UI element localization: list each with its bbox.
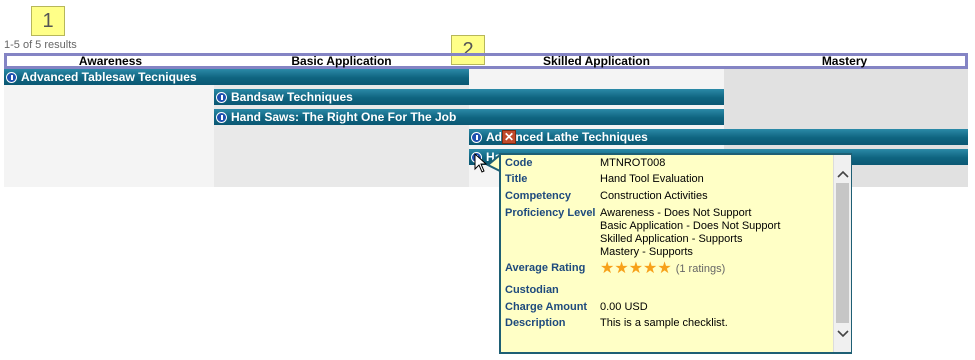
popup-scrollbar[interactable] [833,155,851,352]
title-label: Title [505,173,528,185]
competency-label: Competency [505,190,572,202]
star-icon: ★ [614,260,629,277]
band-basic-application [214,69,469,187]
info-icon[interactable] [216,111,227,123]
star-icon: ★ [628,260,644,277]
description-value: This is a sample checklist. [600,317,728,329]
rating-label: Average Rating [505,262,586,274]
proficiency-header: Awareness Basic Application Skilled Appl… [4,53,968,69]
course-bar-advanced-tablesaw[interactable]: Advanced Tablesaw Tecniques [4,69,469,85]
scroll-thumb[interactable] [836,183,849,323]
course-details-popup: Code MTNROT008 Title Hand Tool Evaluatio… [499,153,852,354]
info-icon[interactable] [471,131,482,143]
proficiency-list: Awareness - Does Not Support Basic Appli… [600,207,780,259]
proficiency-item: Mastery - Supports [600,246,693,258]
rating-stars: ★ ★ ★ ★ ★ (1 ratings) [600,260,726,277]
rating-count: (1 ratings) [675,262,726,275]
proficiency-item: Basic Application - Does Not Support [600,220,781,232]
competency-value: Construction Activities [600,190,708,202]
info-icon[interactable] [6,71,17,83]
cursor-icon [474,153,488,173]
course-bar-bandsaw[interactable]: Bandsaw Techniques [214,89,724,105]
course-bar-hand-saws[interactable]: Hand Saws: The Right One For The Job [214,109,724,125]
column-awareness: Awareness [78,54,143,68]
info-icon[interactable] [216,91,227,103]
star-icon: ★ [657,260,672,277]
charge-label: Charge Amount [505,301,588,313]
scroll-down-icon[interactable] [834,325,851,342]
column-basic-application: Basic Application [291,54,392,68]
scroll-up-icon[interactable] [834,165,851,182]
custodian-label: Custodian [505,284,559,296]
callout-1: 1 [31,6,65,36]
results-count: 1-5 of 5 results [4,39,77,51]
remove-icon[interactable]: ✕ [502,130,516,144]
title-value: Hand Tool Evaluation [600,173,704,185]
code-label: Code [505,157,533,169]
star-icon: ★ [600,260,615,277]
course-title: Bandsaw Techniques [231,90,353,104]
proficiency-item: Skilled Application - Supports [600,233,743,245]
star-icon: ★ [643,260,658,277]
course-bar-advanced-lathe[interactable]: Advanced Lathe Techniques [469,129,968,145]
description-label: Description [505,317,566,329]
proficiency-item: Awareness - Does Not Support [600,207,752,219]
course-title: Advanced Tablesaw Tecniques [21,70,197,84]
charge-value: 0.00 USD [600,301,648,313]
column-mastery: Mastery [821,54,868,68]
proficiency-label: Proficiency Level [505,207,596,219]
course-title: Hand Saws: The Right One For The Job [231,110,457,124]
column-skilled-application: Skilled Application [543,54,650,68]
code-value: MTNROT008 [600,157,666,169]
band-awareness [4,69,214,187]
